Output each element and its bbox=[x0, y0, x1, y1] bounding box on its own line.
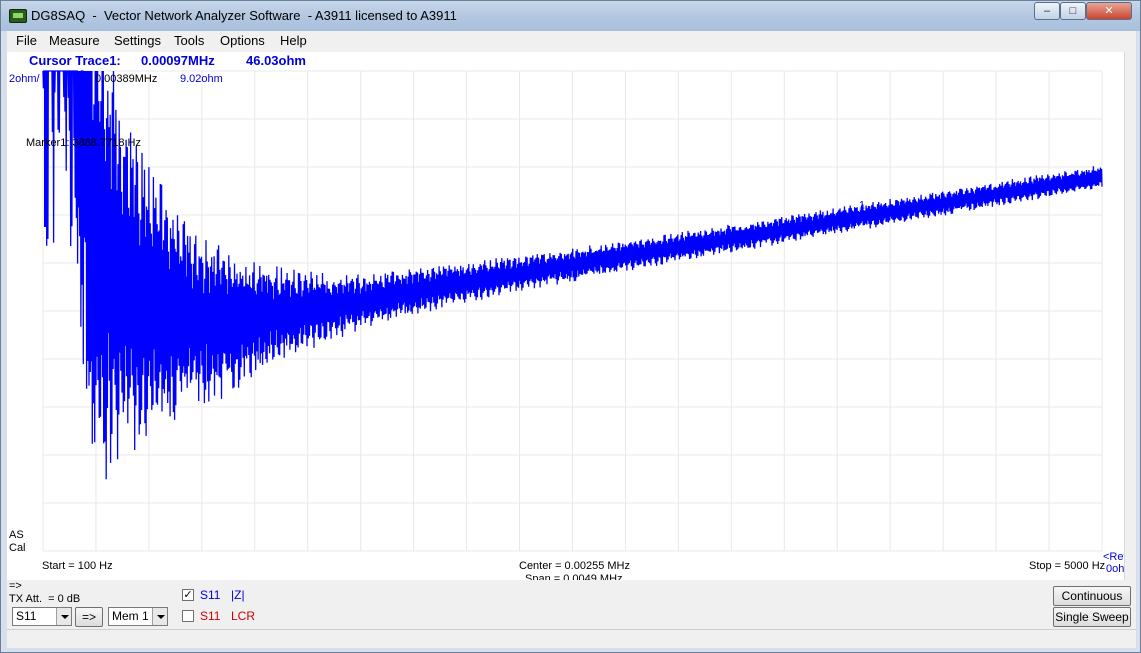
stop-label: Stop = 5000 Hz bbox=[1029, 560, 1106, 572]
title-bar[interactable]: DG8SAQ - Vector Network Analyzer Softwar… bbox=[1, 1, 1140, 31]
status-bar bbox=[7, 629, 1136, 648]
tx-arrow: => bbox=[9, 580, 22, 592]
trace1-format[interactable]: |Z| bbox=[231, 588, 245, 602]
cursor-freq: 0.00097MHz bbox=[141, 53, 215, 68]
menu-measure[interactable]: Measure bbox=[49, 33, 100, 48]
menu-help[interactable]: Help bbox=[280, 33, 307, 48]
cursor-value: 46.03ohm bbox=[246, 53, 306, 68]
plot-area[interactable]: 1 Cursor Trace1: 0.00097MHz 46.03ohm 2oh… bbox=[7, 52, 1134, 585]
menu-file[interactable]: File bbox=[16, 33, 37, 48]
start-label: Start = 100 Hz bbox=[42, 560, 113, 572]
cursor-trace-label: Cursor Trace1: bbox=[29, 53, 121, 68]
single-sweep-button[interactable]: Single Sweep bbox=[1053, 607, 1131, 627]
client-area: File Measure Settings Tools Options Help… bbox=[7, 31, 1136, 648]
scale-label: 2ohm/ bbox=[9, 73, 40, 85]
tx-att-label: TX Att. = 0 dB bbox=[9, 593, 81, 605]
center-label: Center = 0.00255 MHz bbox=[519, 560, 630, 572]
menu-options[interactable]: Options bbox=[220, 33, 265, 48]
menu-bar: File Measure Settings Tools Options Help bbox=[7, 31, 1136, 51]
trace1-param: S11 bbox=[200, 588, 221, 602]
trace1-checkbox[interactable]: ✓ bbox=[182, 589, 194, 601]
marker-readout-freq: 0.00389MHz bbox=[95, 73, 158, 85]
marker1-label: Marker1: 3888.7718 Hz bbox=[26, 137, 141, 149]
continuous-button[interactable]: Continuous bbox=[1053, 586, 1131, 606]
app-window: DG8SAQ - Vector Network Analyzer Softwar… bbox=[0, 0, 1141, 653]
trace2-checkbox[interactable] bbox=[182, 610, 194, 622]
memory-select[interactable]: Mem 1 bbox=[108, 607, 168, 626]
menu-tools[interactable]: Tools bbox=[174, 33, 204, 48]
chevron-down-icon bbox=[152, 608, 167, 625]
as-label: AS bbox=[9, 529, 24, 541]
close-button[interactable]: ✕ bbox=[1086, 2, 1132, 20]
cal-label: Cal bbox=[9, 542, 26, 554]
param-select[interactable]: S11 bbox=[12, 607, 72, 626]
marker-readout-value: 9.02ohm bbox=[180, 73, 223, 85]
chevron-down-icon bbox=[56, 608, 71, 625]
vertical-scrollbar[interactable] bbox=[1124, 52, 1136, 580]
app-icon bbox=[9, 9, 27, 23]
vna-chart[interactable]: 1 bbox=[7, 52, 1124, 580]
maximize-button[interactable]: □ bbox=[1060, 2, 1086, 20]
trace2-param: S11 bbox=[200, 609, 221, 623]
trace2-format[interactable]: LCR bbox=[231, 609, 255, 623]
transfer-button[interactable]: => bbox=[75, 607, 103, 627]
marker1-number[interactable]: 1 bbox=[859, 200, 865, 212]
window-title: DG8SAQ - Vector Network Analyzer Softwar… bbox=[31, 8, 457, 23]
menu-settings[interactable]: Settings bbox=[114, 33, 161, 48]
minimize-button[interactable]: – bbox=[1034, 2, 1060, 20]
